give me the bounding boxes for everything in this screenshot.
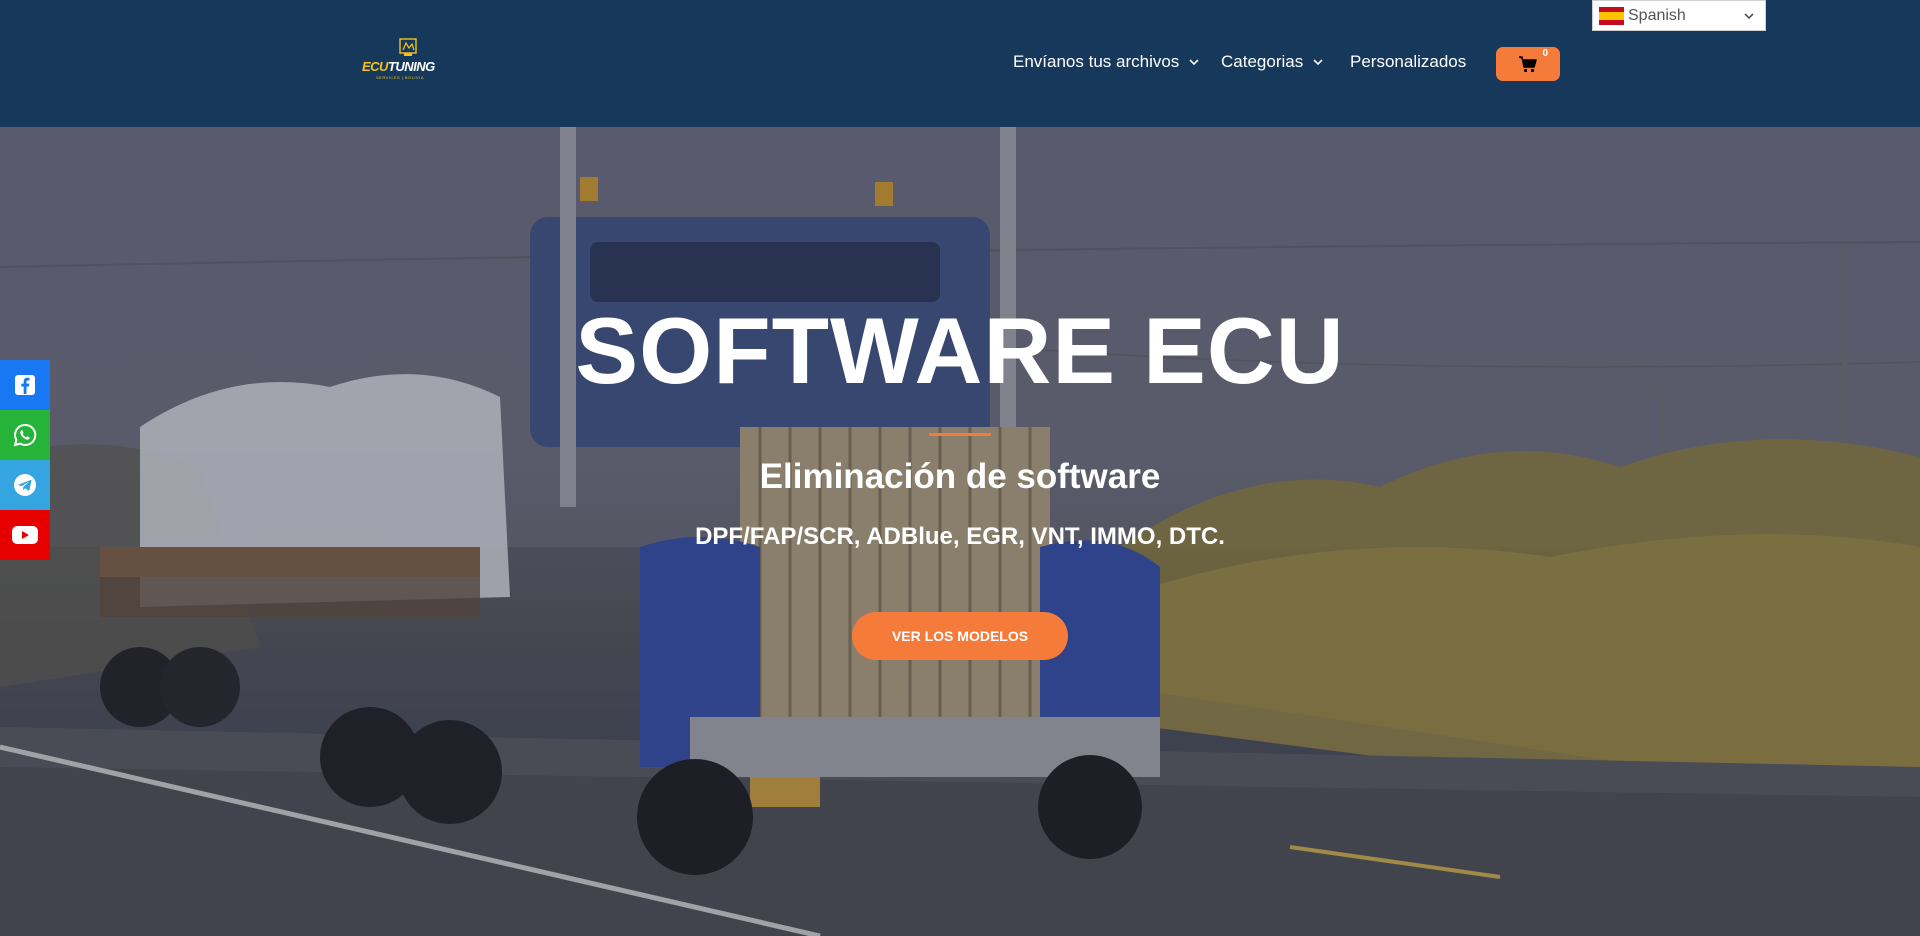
nav-item-label: Envíanos tus archivos bbox=[1013, 52, 1180, 71]
youtube-share-button[interactable] bbox=[0, 510, 50, 560]
chevron-down-icon bbox=[1313, 59, 1323, 66]
hero-divider bbox=[929, 433, 991, 436]
site-header: ECUTUNING SERVICES | BOLIVIA Envíanos tu… bbox=[0, 0, 1920, 127]
language-selected-label: Spanish bbox=[1628, 6, 1686, 24]
cart-count-badge: 0 bbox=[1542, 48, 1548, 59]
whatsapp-icon bbox=[13, 423, 37, 447]
site-logo[interactable]: ECUTUNING SERVICES | BOLIVIA bbox=[362, 38, 454, 82]
nav-item-send-files[interactable]: Envíanos tus archivos bbox=[1013, 52, 1200, 72]
nav-item-label: Personalizados bbox=[1350, 52, 1467, 71]
facebook-share-button[interactable] bbox=[0, 360, 50, 410]
nav-item-label: Categorias bbox=[1221, 52, 1304, 71]
chevron-down-icon bbox=[1189, 59, 1199, 66]
cart-icon bbox=[1519, 56, 1537, 73]
logo-wordmark: ECUTUNING bbox=[362, 59, 435, 74]
hero-title: SOFTWARE ECU bbox=[575, 298, 1345, 403]
hero-section: SOFTWARE ECU Eliminación de software DPF… bbox=[0, 127, 1920, 936]
hero-subtitle: Eliminación de software bbox=[759, 457, 1161, 496]
telegram-icon bbox=[14, 474, 36, 496]
language-selector[interactable]: Spanish bbox=[1592, 0, 1766, 31]
logo-text-tuning: TUNING bbox=[387, 59, 435, 74]
spain-flag-icon bbox=[1599, 6, 1624, 25]
chevron-down-icon bbox=[1744, 13, 1754, 20]
cart-button[interactable]: 0 bbox=[1496, 47, 1560, 81]
hero-description: DPF/FAP/SCR, ADBlue, EGR, VNT, IMMO, DTC… bbox=[695, 523, 1225, 550]
telegram-share-button[interactable] bbox=[0, 460, 50, 510]
logo-text-ecu: ECU bbox=[362, 59, 388, 74]
youtube-icon bbox=[12, 526, 38, 544]
logo-emblem-icon bbox=[399, 38, 417, 56]
whatsapp-share-button[interactable] bbox=[0, 410, 50, 460]
view-models-button[interactable]: VER LOS MODELOS bbox=[852, 612, 1068, 660]
logo-tagline: SERVICES | BOLIVIA bbox=[376, 75, 424, 80]
nav-item-categories[interactable]: Categorias bbox=[1221, 52, 1324, 72]
facebook-icon bbox=[15, 375, 35, 395]
nav-item-custom[interactable]: Personalizados bbox=[1350, 52, 1466, 72]
